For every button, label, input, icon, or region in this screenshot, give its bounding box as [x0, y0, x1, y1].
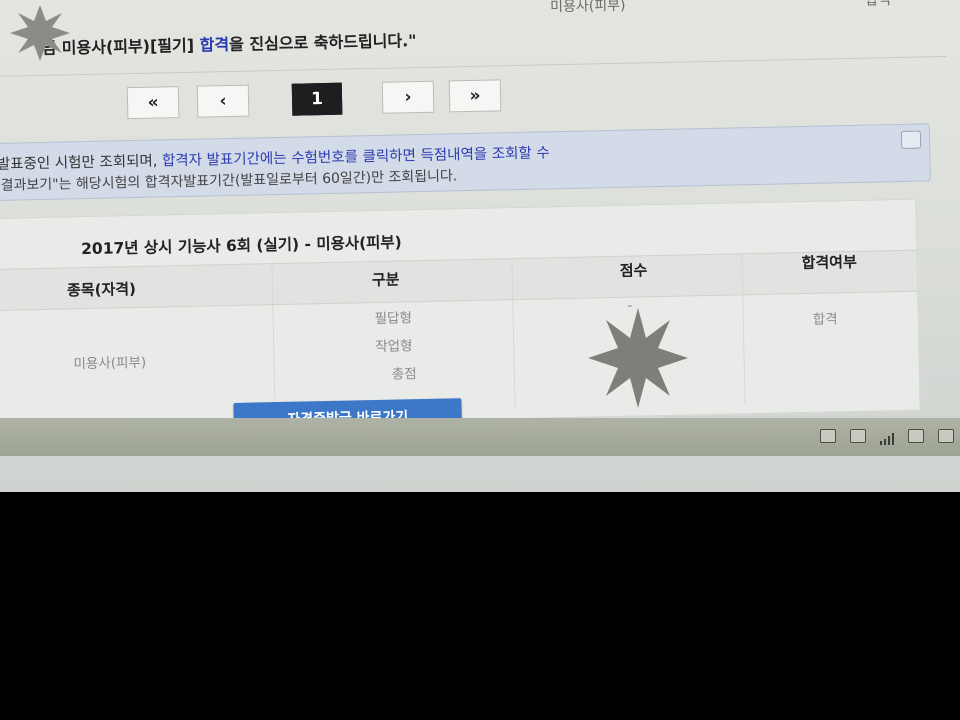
col-header-pass: 합격여부 — [801, 252, 857, 273]
chevron-left-icon: ‹ — [219, 91, 227, 112]
notice-line-1-start: | 발표중인 시험만 조회되며, — [0, 153, 163, 174]
divider — [0, 55, 947, 78]
col-header-score: 점수 — [619, 261, 648, 280]
col-header-category: 구분 — [371, 270, 400, 290]
notice-corner-icon — [900, 130, 922, 149]
notice-line-1-link: 합격자 발표기간에는 수험번호를 클릭하면 득점내역을 조회할 수 — [161, 145, 550, 170]
top-subject-fragment: 미용사(피부) — [550, 0, 626, 16]
chevron-right-icon: › — [404, 87, 412, 108]
subject-cell: 미용사(피부) — [73, 354, 147, 373]
flag-icon[interactable] — [850, 429, 866, 443]
page-next-button[interactable]: › — [381, 80, 435, 114]
top-result-fragment: 합격 — [864, 0, 892, 9]
page-first-button[interactable]: « — [126, 86, 180, 120]
page-number: 1 — [310, 89, 324, 110]
table-header-row — [0, 249, 918, 312]
category-written: 필답형 — [374, 310, 413, 328]
result-title: 2017년 상시 기능사 6회 (실기) - 미용사(피부) — [80, 233, 402, 259]
double-chevron-left-icon: « — [147, 92, 159, 113]
notice-box: | 발표중인 시험만 조회되며, 합격자 발표기간에는 수험번호를 클릭하면 득… — [0, 123, 931, 202]
col-header-subject: 종목(자격) — [66, 280, 137, 300]
pass-cell: 합격 — [812, 311, 838, 328]
signal-icon[interactable] — [880, 430, 894, 445]
congrats-highlight: 합격 — [199, 35, 230, 55]
os-taskbar — [0, 418, 960, 456]
congrats-suffix: 을 진심으로 축하드립니다." — [228, 31, 417, 55]
page-last-button[interactable]: » — [448, 79, 502, 113]
volume-icon[interactable] — [908, 429, 924, 443]
monitor-screen: 미용사(피부) 합격 님 미용사(피부)[필기] 합격을 진심으로 축하드립니다… — [0, 0, 960, 492]
double-chevron-right-icon: » — [469, 85, 481, 106]
system-tray — [820, 425, 960, 447]
censor-star-icon — [10, 5, 70, 61]
censor-star-icon — [588, 308, 688, 408]
page-prev-button[interactable]: ‹ — [196, 84, 250, 118]
network-icon[interactable] — [820, 429, 836, 443]
result-panel: 2017년 상시 기능사 6회 (실기) - 미용사(피부) 종목(자격) 구분… — [0, 198, 921, 431]
battery-icon[interactable] — [938, 429, 954, 443]
category-practical: 작업형 — [375, 338, 413, 356]
signal-bars-icon — [880, 433, 894, 445]
category-total: 총점 — [391, 366, 417, 383]
page-current-button[interactable]: 1 — [291, 82, 343, 116]
